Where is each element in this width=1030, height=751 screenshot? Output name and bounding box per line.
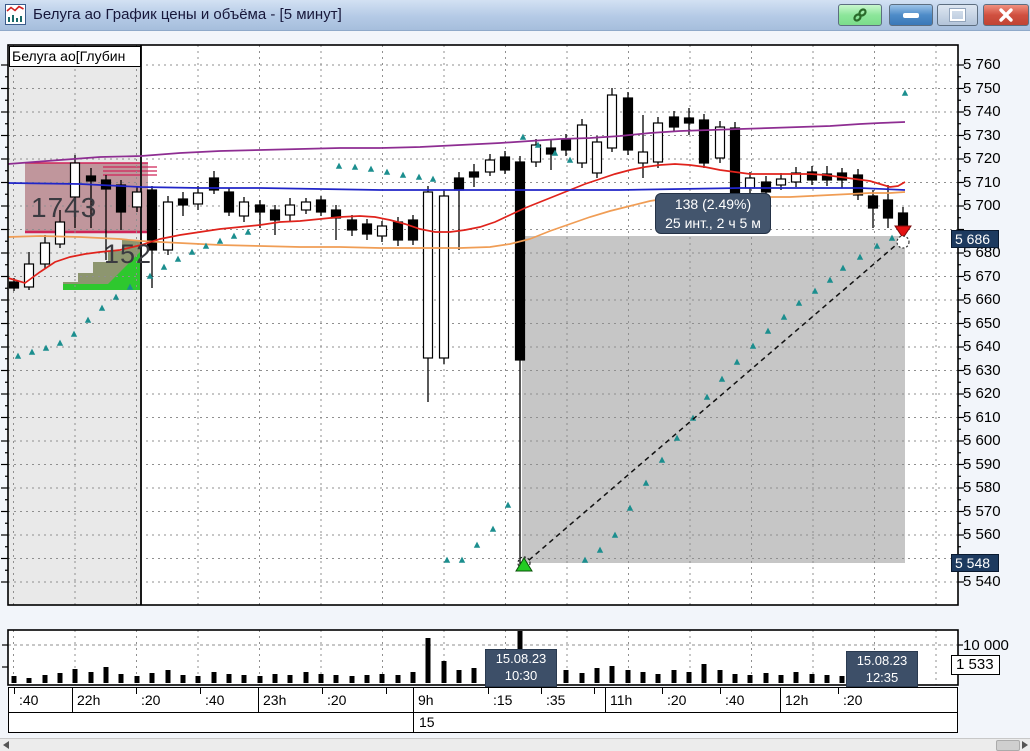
time-axis-tick bbox=[136, 688, 137, 694]
chart-canvas[interactable] bbox=[0, 0, 1030, 750]
horizontal-scrollbar[interactable] bbox=[0, 738, 1030, 751]
restore-icon bbox=[949, 8, 966, 22]
price-highlight-lower: 5 548 bbox=[951, 554, 999, 572]
price-tick-label: 5 650 bbox=[963, 314, 1001, 332]
price-tick-label: 5 620 bbox=[963, 385, 1001, 402]
close-icon bbox=[999, 8, 1013, 22]
time-axis-separator bbox=[413, 687, 414, 713]
close-button[interactable] bbox=[983, 4, 1029, 26]
date-marker-left-date: 15.08.23 bbox=[495, 651, 547, 666]
scroll-left-arrow[interactable] bbox=[3, 741, 9, 749]
tooltip-change: 138 (2.49%) bbox=[674, 196, 752, 212]
time-axis-tick bbox=[838, 688, 839, 694]
time-axis-row2 bbox=[8, 712, 958, 733]
restore-button[interactable] bbox=[937, 4, 978, 26]
price-tick-label: 5 630 bbox=[963, 361, 1001, 379]
scroll-right-arrow[interactable] bbox=[1022, 741, 1028, 749]
date-marker-right: 15.08.23 12:35 bbox=[846, 651, 918, 687]
minimize-button[interactable] bbox=[889, 4, 933, 26]
price-tick-label: 5 720 bbox=[963, 150, 1001, 167]
time-axis-tick bbox=[14, 688, 15, 694]
time-axis-separator bbox=[72, 687, 73, 713]
price-tick-label: 5 660 bbox=[963, 291, 1001, 308]
minimize-icon bbox=[903, 12, 919, 18]
series-label: Белуга ао[Глубин bbox=[9, 46, 141, 67]
price-tick-label: 5 760 bbox=[963, 56, 1001, 73]
time-label: :40 bbox=[19, 692, 39, 708]
tooltip-intervals: 25 инт., 2 ч 5 м bbox=[665, 215, 761, 231]
depth-buy-volume: 152 bbox=[104, 239, 153, 269]
price-tick-label: 5 750 bbox=[963, 79, 1001, 97]
date-marker-right-time: 12:35 bbox=[865, 670, 899, 685]
time-axis-separator bbox=[413, 712, 414, 733]
price-tick-label: 5 730 bbox=[963, 126, 1001, 144]
time-label: :20 bbox=[843, 692, 863, 708]
date-marker-left: 15.08.23 10:30 bbox=[485, 649, 557, 687]
time-axis-tick bbox=[720, 688, 721, 694]
time-label: :20 bbox=[327, 692, 347, 708]
time-label: :20 bbox=[667, 692, 687, 708]
time-axis-tick bbox=[322, 688, 323, 694]
price-tick-label: 5 600 bbox=[963, 432, 1001, 449]
time-axis-separator bbox=[605, 687, 606, 713]
time-axis-tick bbox=[386, 688, 387, 694]
volume-current-value: 1 533 bbox=[951, 655, 1000, 675]
price-tick-label: 5 540 bbox=[963, 573, 1001, 590]
trading-app-window: { "window": { "title": "Белуга ао График… bbox=[0, 0, 1030, 751]
date-marker-left-time: 10:30 bbox=[504, 668, 538, 683]
date-marker-right-date: 15.08.23 bbox=[856, 653, 908, 668]
scrollbar-thumb[interactable] bbox=[996, 740, 1020, 751]
time-label: 23h bbox=[263, 692, 287, 708]
time-label: 11h bbox=[610, 692, 633, 708]
window-chart-icon bbox=[5, 4, 26, 25]
chain-link-icon bbox=[853, 8, 867, 22]
time-label: :15 bbox=[493, 692, 513, 708]
time-axis-separator bbox=[258, 687, 259, 713]
price-tick-label: 5 560 bbox=[963, 526, 1001, 543]
volume-axis-label: 10 000 bbox=[963, 637, 1009, 654]
price-tick-label: 5 570 bbox=[963, 502, 1001, 520]
depth-sell-volume: 1743 bbox=[31, 192, 98, 223]
time-axis-tick bbox=[488, 688, 489, 694]
time-label: 22h bbox=[77, 692, 101, 708]
price-tick-label: 5 740 bbox=[963, 103, 1001, 120]
time-label: :40 bbox=[725, 692, 745, 708]
time-axis-tick bbox=[200, 688, 201, 694]
time-axis-tick bbox=[594, 688, 595, 694]
time-axis-tick bbox=[541, 688, 542, 694]
link-button[interactable] bbox=[838, 4, 882, 26]
price-tick-label: 5 640 bbox=[963, 338, 1001, 355]
time-label: 12h bbox=[785, 692, 809, 708]
price-tick-label: 5 710 bbox=[963, 173, 1001, 191]
time-axis-tick bbox=[662, 688, 663, 694]
price-highlight-upper: 5 686 bbox=[951, 230, 999, 248]
measure-tooltip: 138 (2.49%) 25 инт., 2 ч 5 м bbox=[655, 193, 771, 234]
price-tick-label: 5 670 bbox=[963, 267, 1001, 285]
time-label: :40 bbox=[205, 692, 225, 708]
window-title: Белуга ао График цены и объёма - [5 мину… bbox=[33, 6, 342, 23]
price-tick-label: 5 590 bbox=[963, 455, 1001, 473]
time-row2-label: 15 bbox=[419, 714, 435, 730]
time-label: :20 bbox=[141, 692, 161, 708]
time-axis-separator bbox=[780, 687, 781, 713]
price-tick-label: 5 700 bbox=[963, 197, 1001, 214]
time-label: 9h bbox=[418, 692, 434, 708]
price-tick-label: 5 580 bbox=[963, 479, 1001, 496]
time-label: :35 bbox=[546, 692, 566, 708]
price-tick-label: 5 610 bbox=[963, 408, 1001, 426]
title-bar[interactable]: Белуга ао График цены и объёма - [5 мину… bbox=[0, 0, 1030, 31]
